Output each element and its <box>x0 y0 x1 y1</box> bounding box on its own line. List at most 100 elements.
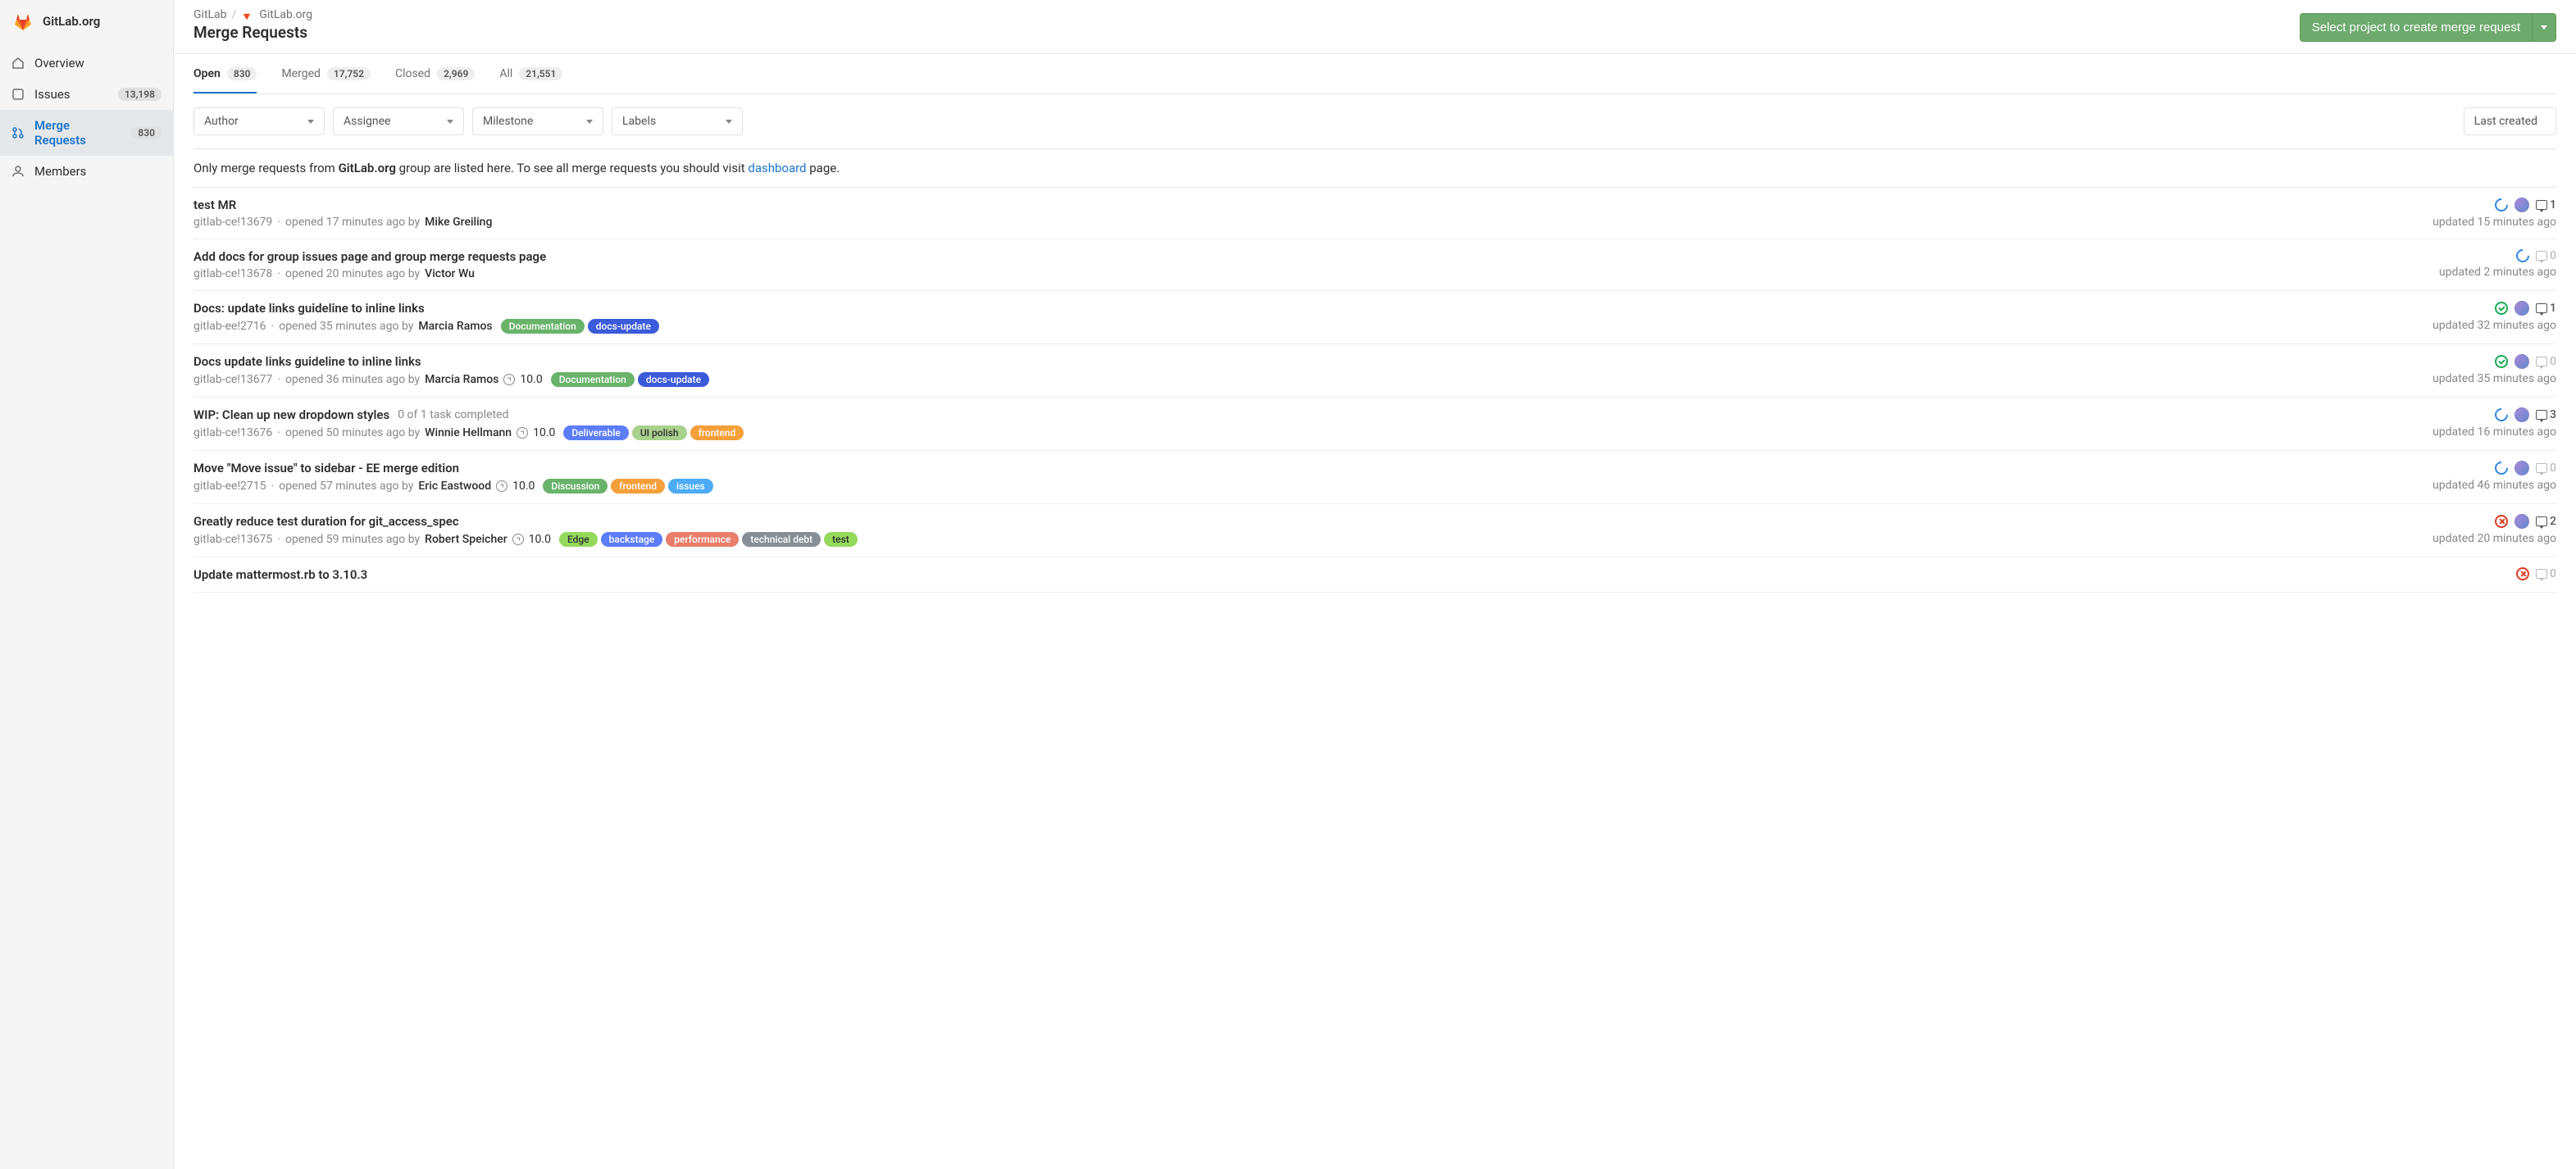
mr-ref[interactable]: gitlab-ce!13677 <box>193 373 272 386</box>
mr-meta: gitlab-ce!13677 · opened 36 minutes ago … <box>193 372 2360 387</box>
milestone-value[interactable]: 10.0 <box>512 480 535 493</box>
chevron-down-icon <box>307 120 314 124</box>
pipeline-status-success-icon[interactable] <box>2495 302 2508 315</box>
breadcrumb-group[interactable]: GitLab.org <box>259 8 312 21</box>
milestone-value[interactable]: 10.0 <box>520 373 542 386</box>
sidebar-item-overview[interactable]: Overview <box>0 48 173 79</box>
mr-title[interactable]: Greatly reduce test duration for git_acc… <box>193 514 459 529</box>
pipeline-status-running-icon[interactable] <box>2492 406 2511 425</box>
label-pill[interactable]: issues <box>668 479 713 494</box>
author-filter[interactable]: Author <box>193 107 325 135</box>
mr-author[interactable]: Marcia Ramos <box>425 373 498 386</box>
label-pill[interactable]: Edge <box>559 532 598 547</box>
mr-icon <box>11 126 25 139</box>
label-pill[interactable]: performance <box>666 532 739 547</box>
mr-right: 1updated 15 minutes ago <box>2392 198 2556 229</box>
label-pill[interactable]: UI polish <box>632 425 687 440</box>
pipeline-status-running-icon[interactable] <box>2492 459 2511 478</box>
milestone-value[interactable]: 10.0 <box>529 533 551 546</box>
topbar: GitLab / GitLab.org Merge Requests Selec… <box>174 0 2576 54</box>
tab-merged[interactable]: Merged17,752 <box>281 67 371 93</box>
mr-author[interactable]: Winnie Hellmann <box>425 426 512 439</box>
label-pill[interactable]: docs-update <box>588 319 659 334</box>
assignee-filter[interactable]: Assignee <box>333 107 464 135</box>
mr-ref[interactable]: gitlab-ce!13679 <box>193 216 272 229</box>
pipeline-status-failed-icon[interactable] <box>2495 515 2508 528</box>
sidebar-item-members[interactable]: Members <box>0 156 173 187</box>
sidebar-item-label: Issues <box>34 87 108 102</box>
tab-all[interactable]: All21,551 <box>499 67 562 93</box>
merge-request-row: Update mattermost.rb to 3.10.3 0 <box>193 557 2556 593</box>
label-pill[interactable]: frontend <box>611 479 665 494</box>
assignee-avatar[interactable] <box>2515 198 2529 212</box>
pipeline-status-failed-icon[interactable] <box>2516 567 2529 580</box>
assignee-avatar[interactable] <box>2515 354 2529 369</box>
label-pill[interactable]: Documentation <box>501 319 585 334</box>
mr-title-row: test MR <box>193 198 2360 212</box>
mr-title[interactable]: Update mattermost.rb to 3.10.3 <box>193 567 367 582</box>
comments-count[interactable]: 0 <box>2536 462 2556 475</box>
pipeline-status-running-icon[interactable] <box>2514 247 2533 266</box>
dashboard-link[interactable]: dashboard <box>748 161 806 175</box>
assignee-avatar[interactable] <box>2515 407 2529 422</box>
mr-title[interactable]: Add docs for group issues page and group… <box>193 249 546 264</box>
label-pill[interactable]: backstage <box>601 532 663 547</box>
comments-count[interactable]: 3 <box>2536 408 2556 421</box>
comments-count[interactable]: 0 <box>2536 249 2556 262</box>
labels-filter[interactable]: Labels <box>612 107 743 135</box>
comments-count[interactable]: 0 <box>2536 355 2556 368</box>
sidebar-item-merge-requests[interactable]: Merge Requests830 <box>0 110 173 156</box>
tab-closed[interactable]: Closed2,969 <box>395 67 475 93</box>
label-pill[interactable]: frontend <box>690 425 744 440</box>
group-notice: Only merge requests from GitLab.org grou… <box>193 148 2556 188</box>
group-name[interactable]: GitLab.org <box>43 14 100 29</box>
mr-meta: gitlab-ce!13676 · opened 50 minutes ago … <box>193 425 2360 440</box>
breadcrumb-root[interactable]: GitLab <box>193 8 227 21</box>
mr-ref[interactable]: gitlab-ee!2716 <box>193 320 266 333</box>
clock-icon <box>512 534 524 545</box>
comments-count[interactable]: 1 <box>2536 302 2556 315</box>
milestone-value[interactable]: 10.0 <box>533 426 555 439</box>
label-pill[interactable]: docs-update <box>638 372 709 387</box>
assignee-avatar[interactable] <box>2515 461 2529 475</box>
mr-author[interactable]: Robert Speicher <box>425 533 507 546</box>
label-pill[interactable]: Discussion <box>543 479 608 494</box>
sidebar-header: GitLab.org <box>0 0 173 41</box>
label-pill[interactable]: technical debt <box>742 532 821 547</box>
mr-author[interactable]: Eric Eastwood <box>418 480 491 493</box>
pipeline-status-running-icon[interactable] <box>2492 196 2511 215</box>
label-pill[interactable]: Documentation <box>551 372 635 387</box>
mr-title[interactable]: Docs update links guideline to inline li… <box>193 354 421 369</box>
mr-author[interactable]: Marcia Ramos <box>418 320 492 333</box>
mr-ref[interactable]: gitlab-ce!13676 <box>193 426 272 439</box>
mr-ref[interactable]: gitlab-ce!13675 <box>193 533 272 546</box>
assignee-avatar[interactable] <box>2515 514 2529 529</box>
mr-right-top: 0 <box>2495 354 2556 369</box>
assignee-avatar[interactable] <box>2515 301 2529 316</box>
milestone-filter[interactable]: Milestone <box>472 107 603 135</box>
mr-title[interactable]: test MR <box>193 198 236 212</box>
mr-ref[interactable]: gitlab-ce!13678 <box>193 267 272 280</box>
tab-open[interactable]: Open830 <box>193 67 257 93</box>
create-mr-button[interactable]: Select project to create merge request <box>2300 13 2533 42</box>
mr-title-row: Docs update links guideline to inline li… <box>193 354 2360 369</box>
mr-title[interactable]: WIP: Clean up new dropdown styles <box>193 407 389 422</box>
mr-title-row: Add docs for group issues page and group… <box>193 249 2360 264</box>
sidebar-item-issues[interactable]: Issues13,198 <box>0 79 173 110</box>
label-pill[interactable]: Deliverable <box>563 425 628 440</box>
comments-count[interactable]: 1 <box>2536 198 2556 212</box>
comments-count[interactable]: 2 <box>2536 515 2556 528</box>
mr-title[interactable]: Docs: update links guideline to inline l… <box>193 301 425 316</box>
label-pill[interactable]: test <box>824 532 858 547</box>
sort-dropdown[interactable]: Last created <box>2464 107 2556 135</box>
content: Open830Merged17,752Closed2,969All21,551 … <box>174 54 2576 1169</box>
merge-request-list: test MRgitlab-ce!13679 · opened 17 minut… <box>193 188 2556 593</box>
mr-author[interactable]: Victor Wu <box>425 267 475 280</box>
create-mr-dropdown-toggle[interactable] <box>2533 13 2556 42</box>
tab-count: 17,752 <box>327 67 371 80</box>
comments-count[interactable]: 0 <box>2536 567 2556 580</box>
pipeline-status-success-icon[interactable] <box>2495 355 2508 368</box>
mr-title[interactable]: Move "Move issue" to sidebar - EE merge … <box>193 461 459 475</box>
mr-ref[interactable]: gitlab-ee!2715 <box>193 480 266 493</box>
mr-author[interactable]: Mike Greiling <box>425 216 492 229</box>
